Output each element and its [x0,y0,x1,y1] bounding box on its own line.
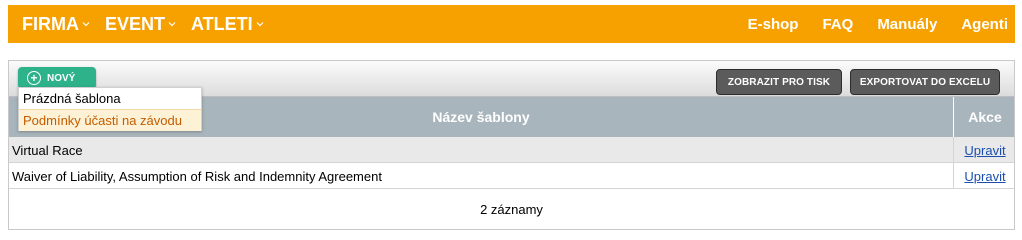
nav-atleti-label: ATLETI [191,13,253,34]
plus-circle-icon: + [27,71,41,85]
edit-link[interactable]: Upravit [964,143,1005,158]
print-view-button[interactable]: ZOBRAZIT PRO TISK [716,69,842,95]
dropdown-item-race-conditions[interactable]: Podmínky účasti na závodu [19,109,201,131]
export-excel-button[interactable]: EXPORTOVAT DO EXCELU [850,69,1000,95]
template-name-cell: Waiver of Liability, Assumption of Risk … [12,168,382,184]
templates-panel: + NOVÝ ZOBRAZIT PRO TISK EXPORTOVAT DO E… [8,60,1015,230]
dropdown-item-blank-template[interactable]: Prázdná šablona [19,88,201,109]
nav-atleti[interactable]: ATLETI [191,14,264,35]
nav-event-label: EVENT [105,13,166,34]
nav-faq[interactable]: FAQ [822,16,853,33]
nav-event[interactable]: EVENT [105,14,176,35]
new-button-label: NOVÝ [47,72,76,84]
record-count: 2 záznamy [480,202,543,217]
actions-cell: Upravit [953,137,1016,163]
new-button[interactable]: + NOVÝ [18,67,96,89]
chevron-down-icon [256,21,264,27]
nav-manualy[interactable]: Manuály [877,16,937,33]
template-name-cell: Virtual Race [12,142,83,158]
chevron-down-icon [82,21,90,27]
chevron-down-icon [168,21,176,27]
secondary-menu: E-shop FAQ Manuály Agenti [724,16,1015,33]
table-row: Waiver of Liability, Assumption of Risk … [9,163,1014,189]
column-header-actions: Akce [953,97,1016,137]
nav-eshop[interactable]: E-shop [748,16,799,33]
edit-link[interactable]: Upravit [964,169,1005,184]
nav-firma[interactable]: FIRMA [22,14,90,35]
top-navigation: FIRMA EVENT ATLETI E-shop FAQ Manuály Ag… [8,5,1015,43]
nav-agenti[interactable]: Agenti [961,16,1008,33]
main-menu: FIRMA EVENT ATLETI [8,14,279,35]
new-template-dropdown: Prázdná šablona Podmínky účasti na závod… [18,87,202,131]
table-row: Virtual Race Upravit [9,137,1014,163]
actions-cell: Upravit [953,163,1016,189]
nav-firma-label: FIRMA [22,13,79,34]
